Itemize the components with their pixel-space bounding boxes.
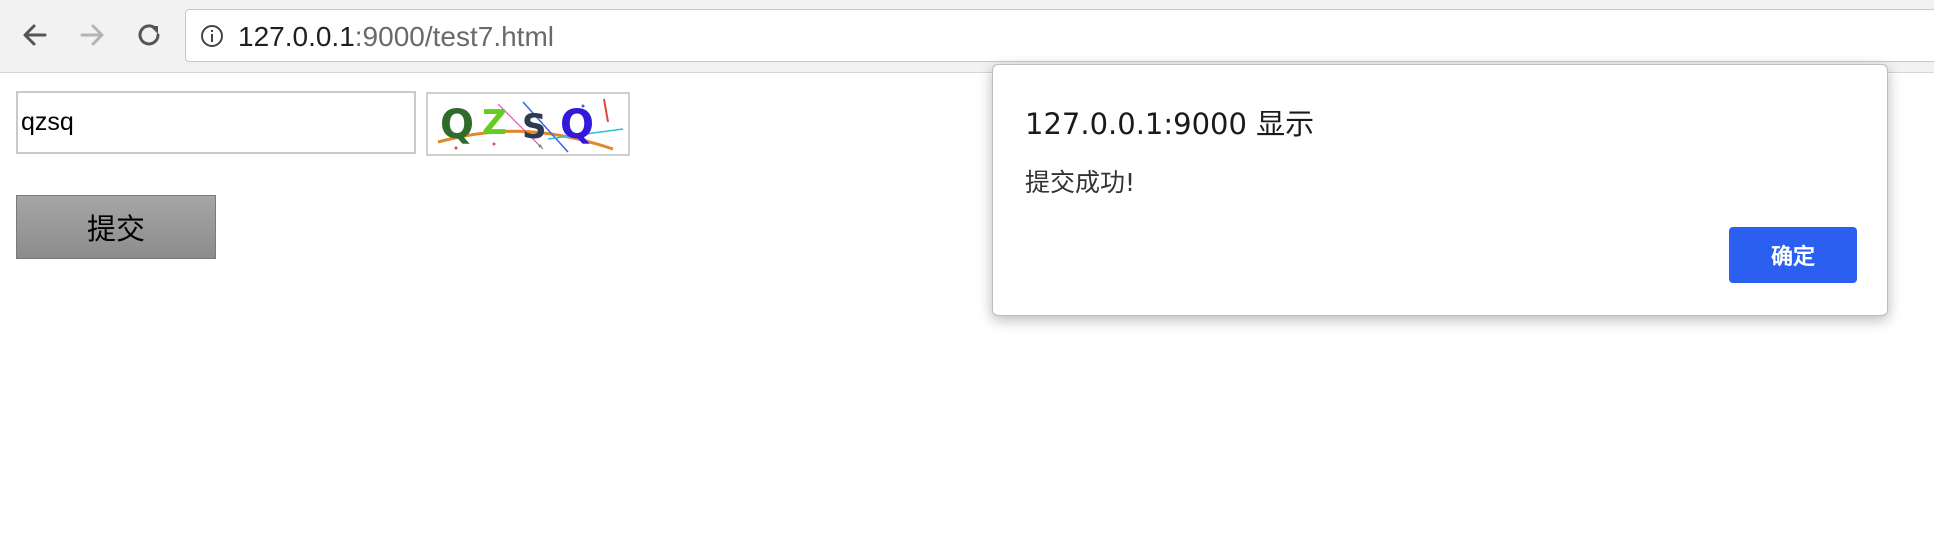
url-text: 127.0.0.1:9000/test7.html: [238, 21, 554, 53]
svg-text:Z: Z: [482, 103, 507, 143]
captcha-image[interactable]: Q Z S Q: [426, 92, 630, 156]
ok-button[interactable]: 确定: [1729, 227, 1857, 283]
url-path: :9000/test7.html: [354, 21, 555, 52]
svg-text:Q: Q: [560, 102, 594, 148]
svg-text:S: S: [522, 107, 547, 147]
forward-arrow-icon: [80, 24, 104, 46]
back-arrow-icon: [23, 24, 47, 46]
address-bar[interactable]: 127.0.0.1:9000/test7.html: [185, 9, 1934, 62]
reload-icon: [138, 24, 160, 46]
svg-text:Q: Q: [440, 102, 474, 148]
forward-button[interactable]: [69, 12, 115, 58]
reload-button[interactable]: [126, 12, 172, 58]
dialog-title: 127.0.0.1:9000 显示: [1025, 107, 1315, 141]
dialog-message: 提交成功!: [1025, 168, 1136, 197]
submit-button[interactable]: 提交: [16, 195, 216, 259]
captcha-input[interactable]: [16, 91, 416, 154]
alert-dialog: 127.0.0.1:9000 显示 提交成功! 确定: [992, 64, 1888, 316]
info-icon[interactable]: [200, 24, 224, 48]
url-host: 127.0.0.1: [238, 21, 355, 52]
back-button[interactable]: [12, 12, 58, 58]
browser-toolbar: 127.0.0.1:9000/test7.html: [0, 0, 1934, 73]
